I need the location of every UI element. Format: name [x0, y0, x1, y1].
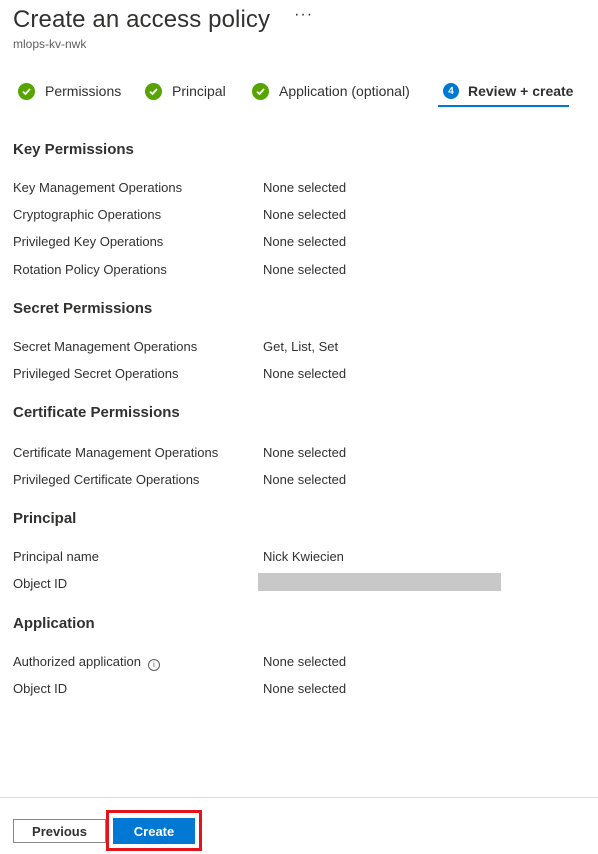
row-value: None selected [263, 207, 347, 222]
tab-application[interactable]: Application (optional) [252, 80, 410, 102]
row-label: Privileged Certificate Operations [13, 472, 200, 487]
page-subtitle: mlops-kv-nwk [13, 37, 87, 51]
tab-principal[interactable]: Principal [145, 80, 226, 102]
row-label: Privileged Key Operations [13, 234, 164, 249]
principal-name-value: Nick Kwiecien [263, 549, 344, 564]
row-value: None selected [263, 366, 347, 381]
footer-divider [0, 797, 598, 798]
section-title-principal: Principal [13, 510, 77, 527]
tab-permissions[interactable]: Permissions [18, 80, 121, 102]
row-label-authorized-application: Authorized application i [13, 654, 160, 671]
row-label-text: Authorized application [13, 654, 141, 669]
previous-button[interactable]: Previous [13, 819, 106, 843]
row-label: Key Management Operations [13, 180, 183, 195]
step-number-badge: 4 [443, 83, 459, 99]
section-title-secret-permissions: Secret Permissions [13, 300, 153, 317]
tab-label: Review + create [468, 83, 574, 99]
row-value: None selected [263, 180, 347, 195]
active-tab-indicator [438, 105, 569, 107]
check-circle-icon [252, 82, 269, 100]
section-title-application: Application [13, 615, 95, 632]
redacted-object-id [258, 573, 501, 591]
tab-review-create[interactable]: 4 Review + create [443, 80, 573, 102]
row-value: Get, List, Set [263, 339, 339, 354]
create-button[interactable]: Create [113, 818, 195, 844]
row-label: Rotation Policy Operations [13, 262, 167, 277]
info-icon[interactable]: i [147, 658, 160, 671]
section-title-certificate-permissions: Certificate Permissions [13, 404, 180, 421]
title-row: Create an access policy ··· [13, 6, 313, 34]
row-label: Secret Management Operations [13, 339, 198, 354]
row-label: Object ID [13, 576, 68, 591]
check-circle-icon [18, 82, 35, 100]
tab-label: Principal [172, 83, 226, 99]
section-title-key-permissions: Key Permissions [13, 141, 134, 158]
tab-label: Application (optional) [279, 83, 410, 99]
page-title: Create an access policy [13, 6, 271, 33]
row-value: None selected [263, 234, 347, 249]
row-value: None selected [263, 654, 347, 669]
row-value: None selected [263, 681, 347, 696]
row-label: Certificate Management Operations [13, 445, 219, 460]
row-value: None selected [263, 445, 347, 460]
row-label: Privileged Secret Operations [13, 366, 179, 381]
wizard-steps: Permissions Principal Application (optio… [0, 74, 598, 108]
row-value: None selected [263, 262, 347, 277]
check-circle-icon [145, 82, 162, 100]
row-label: Cryptographic Operations [13, 207, 162, 222]
more-options-icon[interactable]: ··· [294, 6, 313, 24]
row-label: Principal name [13, 549, 99, 564]
page-header: Create an access policy ··· mlops-kv-nwk [13, 6, 313, 51]
row-label: Object ID [13, 681, 68, 696]
row-value: None selected [263, 472, 347, 487]
tab-label: Permissions [45, 83, 122, 99]
